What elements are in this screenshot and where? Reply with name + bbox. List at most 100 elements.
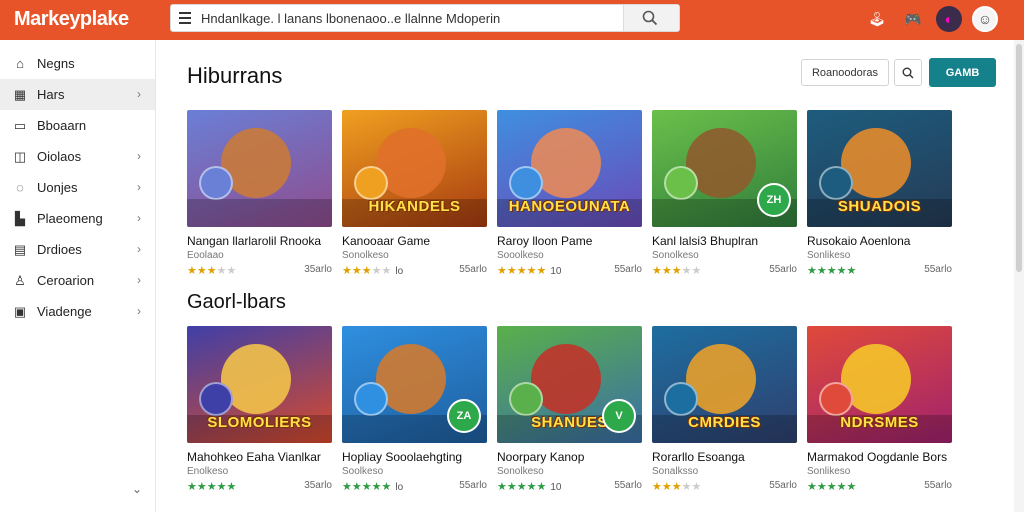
game-title[interactable]: Mahohkeo Eaha Vianlkar	[187, 450, 337, 464]
game-card[interactable]: HIKANDELS Kanooaar Game Sonolkeso ★★★★★ lo 55…	[342, 110, 487, 277]
sidebar-item-6[interactable]: ▤ Drdioes ›	[0, 234, 155, 265]
avatar[interactable]: ☺	[972, 6, 998, 32]
game-title[interactable]: Nangan llarlarolil Rnooka	[187, 234, 337, 248]
game-title[interactable]: Kanl lalsi3 Bhuplran	[652, 234, 802, 248]
store-icon: ▣	[13, 303, 27, 319]
sidebar-item-label: Uonjes	[37, 180, 78, 195]
game-size: 55arlo	[459, 480, 487, 491]
game-title[interactable]: Hopliay Sooolaehgting	[342, 450, 492, 464]
chevron-right-icon: ›	[137, 242, 141, 256]
scrollbar[interactable]	[1014, 40, 1024, 512]
game-subtitle: Eoolaao	[187, 250, 224, 261]
sidebar-item-label: Plaeomeng	[37, 211, 103, 226]
search-icon	[902, 67, 914, 78]
game-row-2: SLOMOLIERS Mahohkeo Eaha Vianlkar Enolkeso…	[187, 326, 952, 493]
grid-icon: ▤	[13, 241, 27, 257]
character-art	[819, 382, 853, 416]
game-title[interactable]: Marmakod Oogdanle Bors	[807, 450, 957, 464]
game-card[interactable]: HANOEOUNATA Raroy lloon Pame Sooolkeso ★★★★…	[497, 110, 642, 277]
rating-stars: ★★★★★ lo	[342, 480, 403, 493]
star-icon: ★	[661, 481, 672, 493]
star-icon: ★	[807, 265, 817, 277]
home-icon: ⌂	[16, 56, 24, 71]
sidebar-item-5[interactable]: ▙ Plaeomeng ›	[0, 203, 155, 234]
game-card[interactable]: CMRDIES Rorarllo Esoanga Sonalksso ★★★★★ 55a…	[652, 326, 797, 493]
game-thumbnail[interactable]: NDRSMES	[807, 326, 952, 443]
game-title[interactable]: Kanooaar Game	[342, 234, 492, 248]
game-thumbnail[interactable]: ZH	[652, 110, 797, 227]
primary-button[interactable]: GAMB	[929, 58, 996, 87]
game-thumbnail[interactable]: HIKANDELS	[342, 110, 487, 227]
brand-logo[interactable]: Markeyplake	[14, 8, 129, 31]
sidebar-item-4[interactable]: ◌ Uonjes ›	[0, 172, 155, 203]
game-title[interactable]: Rusokaio Aoenlona	[807, 234, 957, 248]
star-icon: ★	[691, 481, 702, 493]
chevron-down-icon[interactable]: ⌄	[132, 482, 142, 496]
game-subtitle: Sonlikeso	[807, 250, 851, 261]
rating-stars: ★★★★★	[807, 264, 856, 277]
game-thumbnail[interactable]	[187, 110, 332, 227]
search-button[interactable]	[623, 5, 679, 31]
game-card[interactable]: ZA Hopliay Sooolaehgting Soolkeso ★★★★★ lo 55…	[342, 326, 487, 493]
scrollbar-thumb[interactable]	[1016, 44, 1022, 272]
building-icon: ▙	[15, 210, 25, 226]
game-size: 55arlo	[614, 480, 642, 491]
game-size: 55arlo	[924, 264, 952, 275]
game-thumbnail[interactable]: HANOEOUNATA	[497, 110, 642, 227]
game-card[interactable]: NDRSMES Marmakod Oogdanle Bors Sonlikeso ★★…	[807, 326, 952, 493]
star-icon: ★	[826, 265, 837, 277]
game-subtitle: Sonolkeso	[342, 250, 389, 261]
game-card[interactable]: ZH Kanl lalsi3 Bhuplran Sonolkeso ★★★★★ 55ar…	[652, 110, 797, 277]
game-title[interactable]: Raroy lloon Pame	[497, 234, 647, 248]
game-subtitle: Sooolkeso	[497, 250, 544, 261]
calendar-icon: ▦	[13, 86, 27, 102]
game-card[interactable]: SLOMOLIERS Mahohkeo Eaha Vianlkar Enolkeso…	[187, 326, 332, 493]
game-thumbnail[interactable]: SHANUES V	[497, 326, 642, 443]
game-thumbnail[interactable]: ZA	[342, 326, 487, 443]
game-title[interactable]: Noorpary Kanop	[497, 450, 647, 464]
info-icon: ◫	[13, 148, 27, 164]
sidebar-item-8[interactable]: ▣ Viadenge ›	[0, 296, 155, 327]
game-size: 55arlo	[769, 264, 797, 275]
mascot-icon[interactable]: 🕹	[864, 6, 890, 32]
sidebar-item-1[interactable]: ▦ Hars ›	[0, 79, 155, 110]
game-logo-text: HANOEOUNATA	[508, 198, 631, 215]
game-card[interactable]: SHANUES V Noorpary Kanop Sonolkeso ★★★★★ 10 55…	[497, 326, 642, 493]
character-icon[interactable]: 🎮	[900, 6, 926, 32]
sidebar-item-0[interactable]: ⌂ Negns	[0, 48, 155, 79]
secondary-button[interactable]: Roanoodoras	[801, 59, 889, 86]
game-title[interactable]: Rorarllo Esoanga	[652, 450, 802, 464]
tv-icon: ▭	[13, 117, 27, 133]
sidebar-item-3[interactable]: ◫ Oiolaos ›	[0, 141, 155, 172]
game-thumbnail[interactable]: SLOMOLIERS	[187, 326, 332, 443]
sidebar-item-7[interactable]: ♙ Ceroarion ›	[0, 265, 155, 296]
rating-stars: ★★★★★	[807, 480, 856, 493]
game-card[interactable]: Nangan llarlarolil Rnooka Eoolaao ★★★★★ 35a…	[187, 110, 332, 277]
chevron-right-icon: ›	[137, 87, 141, 101]
star-icon: ★	[342, 481, 352, 493]
star-icon: ★	[826, 481, 837, 493]
star-icon: ★	[381, 265, 392, 277]
notification-icon[interactable]: ◐	[936, 6, 962, 32]
game-size: 35arlo	[304, 480, 332, 491]
star-icon: ★	[836, 481, 847, 493]
search-input[interactable]: Hndanlkage. l lanans lbonenaoo..e llalnn…	[201, 11, 621, 26]
character-art	[509, 382, 543, 416]
chevron-right-icon: ›	[137, 273, 141, 287]
search-bar[interactable]: Hndanlkage. l lanans lbonenaoo..e llalnn…	[170, 4, 680, 32]
chevron-right-icon: ›	[137, 211, 141, 225]
menu-icon[interactable]	[179, 12, 191, 24]
search-small-button[interactable]	[894, 59, 922, 86]
main-content: Hiburrans Roanoodoras GAMB Nangan llarla…	[156, 40, 1024, 512]
game-thumbnail[interactable]: CMRDIES	[652, 326, 797, 443]
game-subtitle: Sonlikeso	[807, 466, 851, 477]
sidebar-item-2[interactable]: ▭ Bboaarn	[0, 110, 155, 141]
game-card[interactable]: SHUADOIS Rusokaio Aoenlona Sonlikeso ★★★★★ 5…	[807, 110, 952, 277]
game-logo-text: NDRSMES	[840, 414, 919, 431]
game-logo-text: HIKANDELS	[368, 198, 461, 215]
star-icon: ★	[816, 481, 827, 493]
game-thumbnail[interactable]: SHUADOIS	[807, 110, 952, 227]
rating-count: lo	[395, 482, 404, 493]
game-subtitle: Soolkeso	[342, 466, 384, 477]
star-icon: ★	[381, 481, 392, 493]
